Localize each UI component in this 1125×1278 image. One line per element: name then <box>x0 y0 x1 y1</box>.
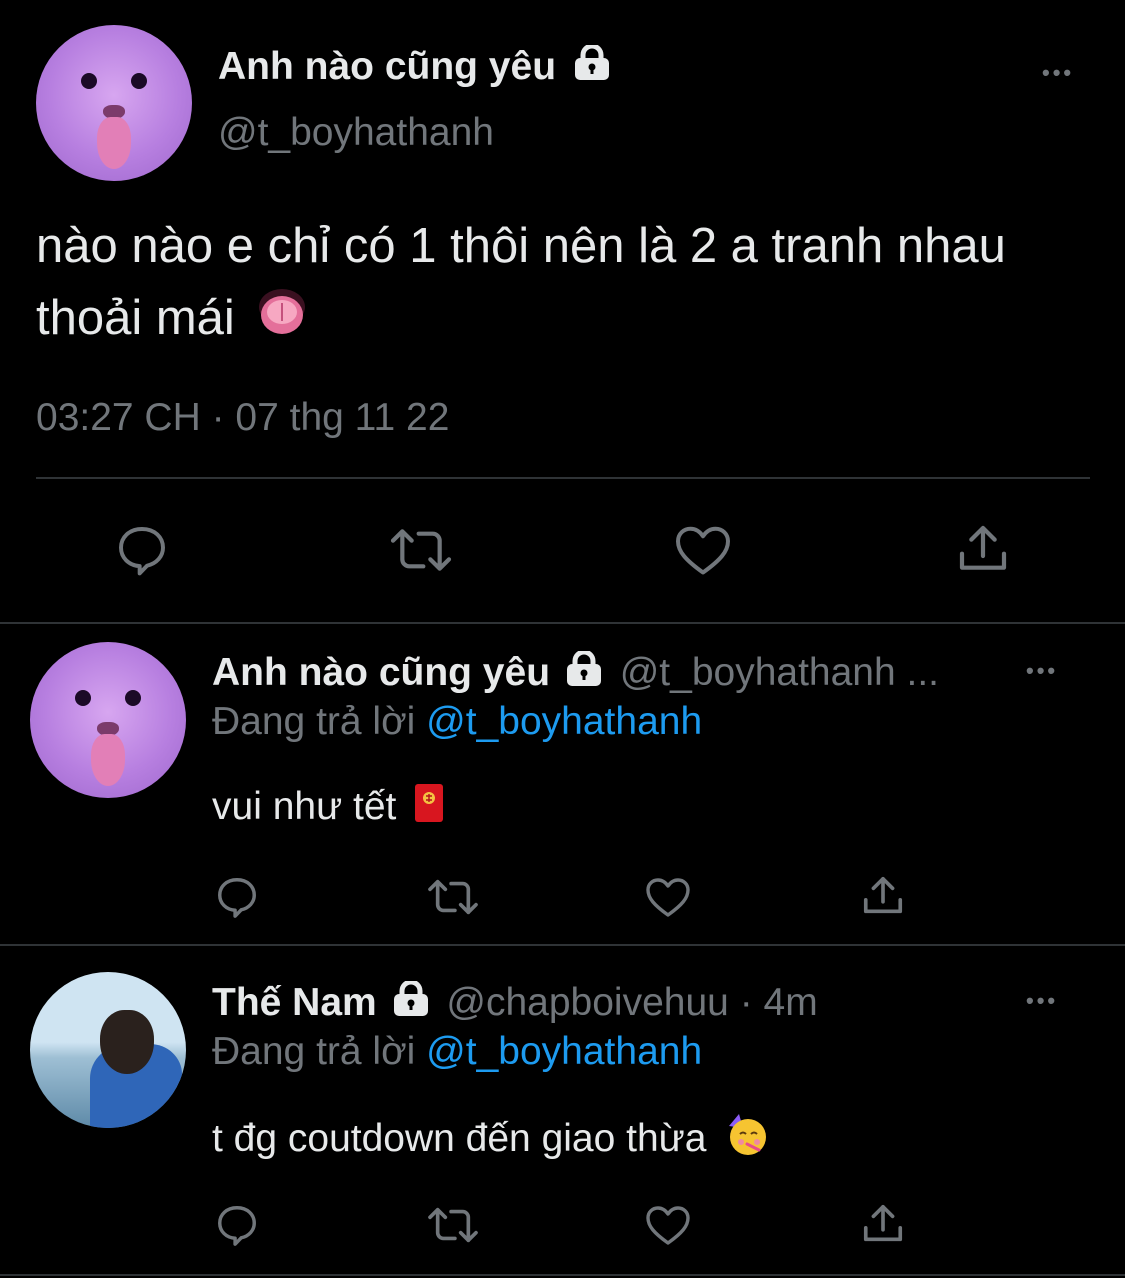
lock-icon <box>392 979 430 1028</box>
handle[interactable]: @chapboivehuu · 4m <box>446 981 817 1024</box>
tweet-text-content: t đg coutdown đến giao thừa <box>212 1116 707 1160</box>
replying-to-link[interactable]: @t_boyhathanh <box>426 1030 702 1073</box>
reply-icon[interactable] <box>114 522 170 578</box>
tweet-text: nào nào e chỉ có 1 thôi nên là 2 a tranh… <box>36 210 1076 357</box>
heart-icon[interactable] <box>644 1202 692 1248</box>
more-options-icon[interactable]: ••• <box>1026 988 1058 1014</box>
cat-right-eye <box>131 73 147 89</box>
partying-face-icon <box>723 1112 769 1169</box>
reply-header: Thế Nam @chapboivehuu · 4m <box>212 979 818 1028</box>
lock-icon <box>573 43 611 92</box>
divider <box>0 622 1125 624</box>
heart-icon[interactable] <box>644 874 692 920</box>
tweet-text-content: vui như tết <box>212 784 397 828</box>
share-icon[interactable] <box>955 520 1011 578</box>
tongue-face-icon <box>256 285 308 357</box>
display-name[interactable]: Thế Nam <box>212 981 377 1024</box>
tweet-text-content: nào nào e chỉ có 1 thôi nên là 2 a tranh… <box>36 219 1006 345</box>
replying-to-link[interactable]: @t_boyhathanh <box>426 700 702 743</box>
share-icon[interactable] <box>860 872 906 920</box>
display-name[interactable]: Anh nào cũng yêu <box>212 651 550 694</box>
avatar-head <box>100 1010 154 1074</box>
avatar[interactable] <box>36 25 192 181</box>
lock-icon <box>565 649 603 698</box>
handle[interactable]: @t_boyhathanh ... <box>620 651 939 694</box>
more-options-icon[interactable]: ••• <box>1042 60 1074 86</box>
cat-right-eye <box>125 690 141 706</box>
divider <box>0 944 1125 946</box>
replying-to: Đang trả lời @t_boyhathanh <box>212 1029 702 1075</box>
divider <box>36 477 1090 479</box>
display-name[interactable]: Anh nào cũng yêu <box>218 43 611 92</box>
retweet-icon[interactable] <box>426 874 480 920</box>
reply-header: Anh nào cũng yêu @t_boyhathanh ... <box>212 649 939 698</box>
cat-tongue <box>97 117 131 169</box>
replying-to: Đang trả lời @t_boyhathanh <box>212 699 702 745</box>
handle[interactable]: @t_boyhathanh <box>218 110 494 156</box>
replying-prefix: Đang trả lời <box>212 700 416 743</box>
more-options-icon[interactable]: ••• <box>1026 658 1058 684</box>
retweet-icon[interactable] <box>426 1202 480 1248</box>
divider <box>0 1274 1125 1276</box>
share-icon[interactable] <box>860 1200 906 1248</box>
cat-left-eye <box>75 690 91 706</box>
avatar[interactable] <box>30 642 186 798</box>
cat-tongue <box>91 734 125 786</box>
reply-icon[interactable] <box>214 1202 260 1248</box>
avatar[interactable] <box>30 972 186 1128</box>
timestamp[interactable]: 03:27 CH · 07 thg 11 22 <box>36 395 449 441</box>
red-envelope-icon <box>413 782 445 835</box>
tweet-text: t đg coutdown đến giao thừa <box>212 1112 769 1169</box>
display-name-text: Anh nào cũng yêu <box>218 45 557 88</box>
cat-left-eye <box>81 73 97 89</box>
retweet-icon[interactable] <box>388 522 454 578</box>
replying-prefix: Đang trả lời <box>212 1030 416 1073</box>
heart-icon[interactable] <box>673 522 733 578</box>
tweet-text: vui như tết <box>212 782 445 835</box>
reply-icon[interactable] <box>214 874 260 920</box>
